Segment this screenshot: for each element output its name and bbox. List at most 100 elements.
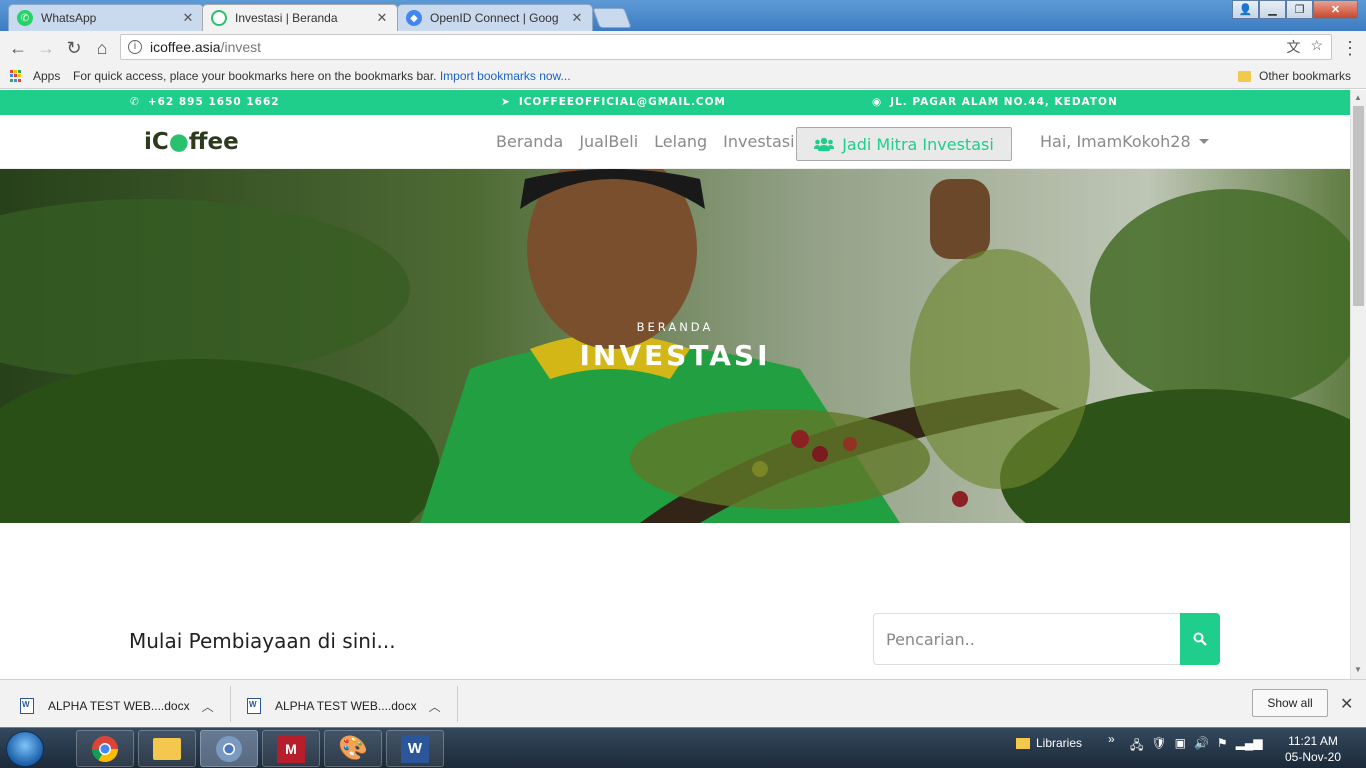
jadi-mitra-investasi-button[interactable]: Jadi Mitra Investasi xyxy=(796,127,1012,161)
users-icon xyxy=(814,137,835,151)
taskbar-paint[interactable]: 🎨 xyxy=(324,730,382,767)
menu-beranda[interactable]: Beranda xyxy=(496,132,563,151)
taskbar-chrome-active[interactable] xyxy=(200,730,258,767)
taskbar-chrome-pinned[interactable] xyxy=(76,730,134,767)
taskbar-explorer[interactable] xyxy=(138,730,196,767)
menu-lelang[interactable]: Lelang xyxy=(654,132,707,151)
home-icon[interactable]: ⌂ xyxy=(91,37,113,59)
download-item[interactable]: ALPHA TEST WEB....docx ︿ xyxy=(247,688,441,724)
logo-text-end: ffee xyxy=(188,129,239,155)
tab-label: OpenID Connect | Goog xyxy=(430,11,559,25)
hero-breadcrumb: BERANDA xyxy=(636,320,714,334)
chevron-down-icon xyxy=(1198,139,1209,144)
tab-investasi[interactable]: Investasi | Beranda ✕ xyxy=(202,4,398,31)
whatsapp-icon: ✆ xyxy=(17,10,33,26)
close-tab-icon[interactable]: ✕ xyxy=(570,10,584,26)
site-info-icon[interactable]: i xyxy=(128,40,142,54)
download-item[interactable]: ALPHA TEST WEB....docx ︿ xyxy=(20,688,214,724)
taskbar-clock[interactable]: 11:21 AM 05-Nov-20 xyxy=(1280,733,1346,765)
address-bar[interactable]: i icoffee.asia/invest 文 ☆ xyxy=(120,34,1332,60)
close-icon[interactable]: ✕ xyxy=(1340,694,1353,714)
search-button[interactable] xyxy=(1180,613,1220,665)
user-menu[interactable]: Hai, ImamKokoh28 xyxy=(1040,132,1209,151)
flag-icon[interactable]: ⚑ xyxy=(1217,736,1228,757)
translate-icon[interactable]: 文 xyxy=(1286,37,1300,57)
apps-label: Apps xyxy=(33,69,61,83)
bookmark-star-icon[interactable]: ☆ xyxy=(1310,37,1323,57)
contact-topbar: ✆ +62 895 1650 1662 ➤ ICOFFEEOFFICIAL@GM… xyxy=(0,90,1350,115)
other-bookmarks[interactable]: Other bookmarks xyxy=(1238,69,1351,83)
minimize-icon[interactable]: ▁ xyxy=(1259,0,1286,19)
location-icon: ◉ xyxy=(872,96,883,108)
word-document-icon xyxy=(20,698,34,714)
search-form xyxy=(873,613,1220,665)
folder-icon xyxy=(1016,737,1030,749)
back-icon[interactable]: ← xyxy=(7,37,29,59)
site-navbar: iC●ffee Beranda JualBeli Lelang Investas… xyxy=(0,115,1350,169)
reload-icon[interactable]: ↻ xyxy=(63,37,85,59)
chevron-up-icon[interactable]: ︿ xyxy=(202,698,214,715)
chrome-icon xyxy=(216,735,242,762)
folder-icon xyxy=(1238,70,1251,82)
word-icon: W xyxy=(401,734,429,763)
scroll-down-icon[interactable]: ▼ xyxy=(1354,665,1362,674)
email-text: ICOFFEEOFFICIAL@GMAIL.COM xyxy=(518,96,727,108)
tab-whatsapp[interactable]: ✆ WhatsApp ✕ xyxy=(8,4,204,31)
volume-icon[interactable]: 🔊 xyxy=(1194,736,1209,757)
close-tab-icon[interactable]: ✕ xyxy=(375,10,389,26)
libraries-toolbar[interactable]: Libraries xyxy=(1016,736,1082,750)
signal-icon[interactable]: ▂▄▆ xyxy=(1236,736,1263,757)
site-logo[interactable]: iC●ffee xyxy=(144,129,239,155)
tab-label: Investasi | Beranda xyxy=(235,11,338,25)
hero-title: INVESTASI xyxy=(579,339,771,372)
tab-openid[interactable]: ◆ OpenID Connect | Goog ✕ xyxy=(397,4,593,31)
address-text: JL. PAGAR ALAM NO.44, KEDATON xyxy=(890,96,1118,108)
divider xyxy=(230,686,231,722)
tab-label: WhatsApp xyxy=(41,11,97,25)
download-filename: ALPHA TEST WEB....docx xyxy=(48,699,190,713)
window-controls: 👤 ▁ ❐ ✕ xyxy=(1232,0,1358,19)
chevron-up-icon[interactable]: ︿ xyxy=(429,698,441,715)
close-window-icon[interactable]: ✕ xyxy=(1313,0,1358,19)
expand-toolbar-icon[interactable]: » xyxy=(1108,732,1115,746)
system-tray: 🖧 🛡 ▣ 🔊 ⚑ ▂▄▆ xyxy=(1130,736,1263,757)
apps-shortcut[interactable]: Apps xyxy=(10,69,60,83)
menu-jualbeli[interactable]: JualBeli xyxy=(579,132,638,151)
phone-text: +62 895 1650 1662 xyxy=(147,96,280,108)
windows-taskbar: M 🎨 W Libraries » 🖧 🛡 ▣ 🔊 ⚑ ▂▄▆ 11:21 AM… xyxy=(0,727,1366,768)
phone-icon: ✆ xyxy=(130,96,140,108)
user-profile-icon[interactable]: 👤 xyxy=(1232,0,1259,19)
scrollbar-thumb[interactable] xyxy=(1353,106,1364,306)
taskbar-mendeley[interactable]: M xyxy=(262,730,320,767)
mitra-label: Jadi Mitra Investasi xyxy=(842,134,994,154)
usb-device-icon[interactable]: ▣ xyxy=(1175,736,1186,757)
bookmarks-bar: Apps For quick access, place your bookma… xyxy=(0,64,1366,89)
word-document-icon xyxy=(247,698,261,714)
scroll-up-icon[interactable]: ▲ xyxy=(1354,93,1362,102)
import-bookmarks-link[interactable]: Import bookmarks now... xyxy=(440,69,571,83)
search-input[interactable] xyxy=(873,613,1180,665)
chrome-menu-icon[interactable]: ⋮ xyxy=(1339,37,1361,59)
logo-text-start: iC xyxy=(144,129,169,155)
new-tab-button[interactable] xyxy=(592,8,632,28)
security-shield-icon[interactable]: 🛡 xyxy=(1151,736,1166,757)
start-button[interactable] xyxy=(6,731,44,767)
main-menu: Beranda JualBeli Lelang Investasi xyxy=(496,132,795,151)
openid-favicon-icon: ◆ xyxy=(406,10,422,26)
contact-email: ➤ ICOFFEEOFFICIAL@GMAIL.COM xyxy=(501,96,726,108)
clock-time: 11:21 AM xyxy=(1288,734,1338,748)
page-scrollbar[interactable]: ▲ ▼ xyxy=(1350,90,1366,679)
coffee-pin-icon: ● xyxy=(168,129,189,155)
clock-date: 05-Nov-20 xyxy=(1284,750,1342,764)
close-tab-icon[interactable]: ✕ xyxy=(181,10,195,26)
taskbar-word[interactable]: W xyxy=(386,730,444,767)
maximize-icon[interactable]: ❐ xyxy=(1286,0,1313,19)
show-all-button[interactable]: Show all xyxy=(1252,689,1328,717)
download-filename: ALPHA TEST WEB....docx xyxy=(275,699,417,713)
contact-address: ◉ JL. PAGAR ALAM NO.44, KEDATON xyxy=(872,96,1118,108)
menu-investasi[interactable]: Investasi xyxy=(723,132,794,151)
libraries-label: Libraries xyxy=(1036,736,1083,750)
network-tray-icon[interactable]: 🖧 xyxy=(1130,736,1143,757)
url-path: /invest xyxy=(220,39,262,55)
forward-icon[interactable]: → xyxy=(35,37,57,59)
